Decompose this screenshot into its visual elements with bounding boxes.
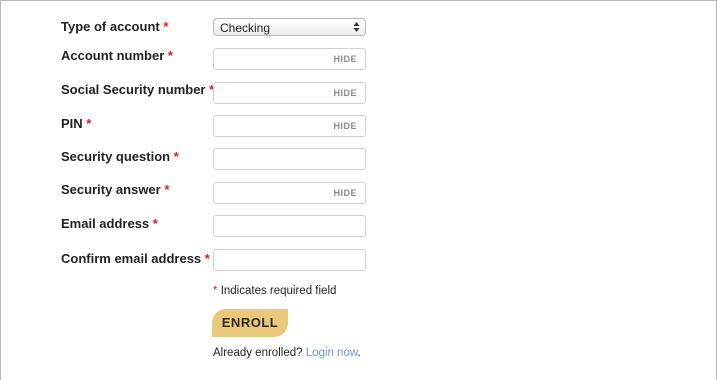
already-enrolled-text: Already enrolled? [213, 347, 303, 359]
account-number-field: HIDE [213, 48, 366, 70]
required-mark: * [213, 285, 218, 297]
security-answer-input[interactable] [214, 183, 324, 203]
select-arrows-icon [353, 22, 360, 32]
ssn-label-text: Social Security number [61, 82, 206, 97]
account-type-selected-value: Checking [220, 21, 271, 35]
ssn-input[interactable] [214, 83, 324, 103]
security-question-label: Security question * [61, 149, 179, 164]
confirm-email-label-text: Confirm email address [61, 251, 202, 266]
ssn-label: Social Security number * [61, 82, 214, 97]
login-now-link[interactable]: Login now [306, 347, 358, 359]
required-mark: * [163, 19, 169, 34]
account-number-input[interactable] [214, 49, 324, 69]
confirm-email-input[interactable] [214, 250, 365, 270]
pin-hide-button[interactable]: HIDE [333, 121, 357, 131]
email-field [213, 215, 366, 237]
pin-input[interactable] [214, 116, 324, 136]
required-mark: * [167, 48, 173, 63]
email-input[interactable] [214, 216, 365, 236]
security-question-field [213, 148, 366, 170]
required-mark: * [173, 149, 179, 164]
security-answer-label-text: Security answer [61, 182, 161, 197]
email-label: Email address * [61, 216, 158, 231]
pin-label: PIN * [61, 116, 91, 131]
required-mark: * [152, 216, 158, 231]
required-mark: * [164, 182, 170, 197]
security-answer-field: HIDE [213, 182, 366, 204]
required-note-text: Indicates required field [220, 285, 337, 297]
account-number-label: Account number * [61, 48, 173, 63]
security-question-input[interactable] [214, 149, 365, 169]
required-mark: * [86, 116, 92, 131]
ssn-hide-button[interactable]: HIDE [333, 88, 357, 98]
enroll-button[interactable]: ENROLL [212, 309, 288, 337]
account-number-label-text: Account number [61, 48, 165, 63]
security-question-label-text: Security question [61, 149, 171, 164]
required-note: * Indicates required field [213, 285, 336, 297]
pin-field: HIDE [213, 115, 366, 137]
email-label-text: Email address [61, 216, 150, 231]
confirm-email-label: Confirm email address * [61, 251, 210, 266]
ssn-field: HIDE [213, 82, 366, 104]
account-number-hide-button[interactable]: HIDE [333, 54, 357, 64]
security-answer-hide-button[interactable]: HIDE [333, 188, 357, 198]
confirm-email-field [213, 249, 366, 271]
account-type-label: Type of account * [61, 19, 168, 34]
account-type-label-text: Type of account [61, 19, 160, 34]
pin-label-text: PIN [61, 116, 83, 131]
security-answer-label: Security answer * [61, 182, 169, 197]
required-mark: * [204, 251, 210, 266]
already-enrolled-line: Already enrolled? Login now. [213, 347, 361, 359]
login-suffix: . [357, 347, 361, 359]
form-frame: Type of account * Checking Account numbe… [0, 0, 717, 380]
account-type-select[interactable]: Checking [213, 18, 366, 36]
